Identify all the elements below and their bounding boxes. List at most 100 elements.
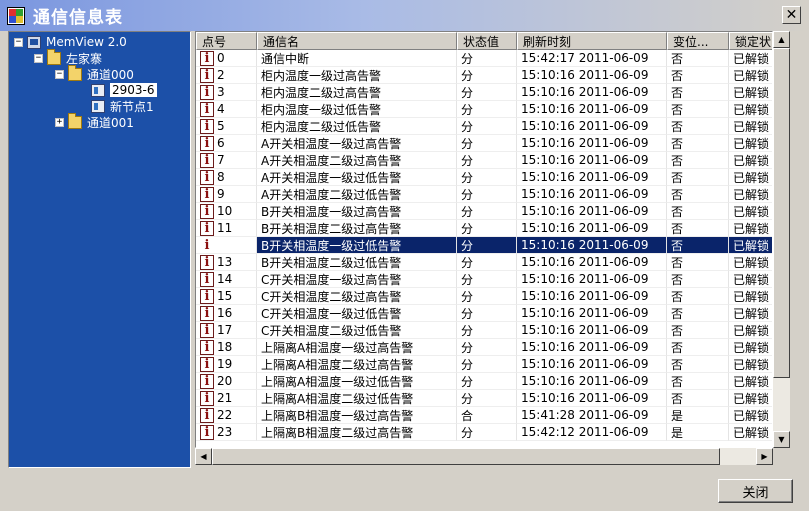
cell-refresh-time: 15:42:12 2011-06-09 — [517, 424, 667, 441]
table-row[interactable]: i 23 上隔离B相温度二级过高告警 分 15:42:12 2011-06-09 是 已解锁 — [196, 424, 772, 441]
cell-changed: 否 — [667, 373, 729, 390]
header-col-point-no[interactable]: 点号 — [196, 32, 257, 50]
scroll-right-button[interactable]: ▶ — [756, 448, 773, 465]
cell-text: 15:10:16 2011-06-09 — [521, 255, 649, 269]
header-col-changed[interactable]: 变位... — [667, 32, 729, 50]
cell-state: 分 — [457, 424, 517, 441]
collapse-icon[interactable]: − — [14, 37, 23, 47]
cell-text: C开关相温度一级过低告警 — [261, 306, 402, 321]
table-row[interactable]: i 22 上隔离B相温度一级过高告警 合 15:41:28 2011-06-09 是 已解锁 — [196, 407, 772, 424]
cell-text: 上隔离A相温度一级过低告警 — [261, 374, 414, 389]
tree-node-label: MemView 2.0 — [46, 35, 127, 49]
cell-text: 否 — [671, 357, 684, 372]
cell-text: 已解锁 — [733, 340, 770, 355]
cell-text: 0 — [217, 51, 225, 65]
cell-text: 否 — [671, 306, 684, 321]
cell-text: 15:10:16 2011-06-09 — [521, 85, 649, 99]
vertical-scroll-thumb[interactable] — [773, 48, 790, 378]
cell-changed: 否 — [667, 186, 729, 203]
arrow-right-icon: ▶ — [761, 451, 768, 461]
table-row[interactable]: i 17 C开关相温度二级过低告警 分 15:10:16 2011-06-09 否 已解锁 — [196, 322, 772, 339]
close-button[interactable]: 关闭 — [718, 479, 793, 503]
cell-text: 柜内温度二级过高告警 — [261, 85, 382, 100]
vertical-scrollbar[interactable]: ▲ ▼ — [773, 31, 790, 448]
cell-name: C开关相温度一级过高告警 — [257, 271, 457, 288]
table-row[interactable]: i 3 柜内温度二级过高告警 分 15:10:16 2011-06-09 否 已解锁 — [196, 84, 772, 101]
table-row[interactable]: i 21 上隔离A相温度二级过低告警 分 15:10:16 2011-06-09 否 已解锁 — [196, 390, 772, 407]
table-row[interactable]: i 8 A开关相温度一级过低告警 分 15:10:16 2011-06-09 否 已解锁 — [196, 169, 772, 186]
info-icon: i — [200, 101, 214, 117]
table-row[interactable]: i 7 A开关相温度二级过高告警 分 15:10:16 2011-06-09 否 已解锁 — [196, 152, 772, 169]
expand-icon[interactable]: + — [55, 117, 64, 127]
cell-text: 5 — [217, 119, 225, 133]
scroll-left-button[interactable]: ◀ — [195, 448, 212, 465]
tree-view[interactable]: − MemView 2.0 − 左家寨 − 通道000 2903-6 新节点1 … — [8, 31, 191, 468]
cell-point-no: i8 — [196, 169, 257, 186]
cell-text: A开关相温度一级过低告警 — [261, 170, 402, 185]
cell-lock-state: 已解锁 — [729, 237, 772, 254]
cell-text: 上隔离A相温度一级过高告警 — [261, 340, 414, 355]
tree-node-label: 新节点1 — [110, 99, 154, 114]
table-row[interactable]: i 18 上隔离A相温度一级过高告警 分 15:10:16 2011-06-09 否 已解锁 — [196, 339, 772, 356]
cell-refresh-time: 15:10:16 2011-06-09 — [517, 390, 667, 407]
window-close-button[interactable]: ✕ — [782, 6, 801, 24]
cell-changed: 否 — [667, 288, 729, 305]
table-row[interactable]: i 2 柜内温度一级过高告警 分 15:10:16 2011-06-09 否 已解锁 — [196, 67, 772, 84]
cell-name: 柜内温度一级过高告警 — [257, 67, 457, 84]
cell-text: 是 — [671, 408, 684, 423]
cell-text: 否 — [671, 340, 684, 355]
table-row[interactable]: i 12 B开关相温度一级过低告警 分 15:10:16 2011-06-09 否 已解锁 — [196, 237, 772, 254]
table-row[interactable]: i 5 柜内温度二级过低告警 分 15:10:16 2011-06-09 否 已解锁 — [196, 118, 772, 135]
table-row[interactable]: i 11 B开关相温度二级过高告警 分 15:10:16 2011-06-09 否 已解锁 — [196, 220, 772, 237]
table-row[interactable]: i 13 B开关相温度二级过低告警 分 15:10:16 2011-06-09 否 已解锁 — [196, 254, 772, 271]
cell-text: 柜内温度一级过高告警 — [261, 68, 382, 83]
points-table[interactable]: 点号 通信名 状态值 刷新时刻 变位... 锁定状 i 0 通信中断分 15:42:17 201… — [195, 31, 773, 448]
scroll-up-button[interactable]: ▲ — [773, 31, 790, 48]
folder-icon — [68, 112, 82, 129]
cell-point-no: i 19 — [196, 356, 257, 373]
cell-refresh-time: 15:10:16 2011-06-09 — [517, 373, 667, 390]
table-row[interactable]: i 0 通信中断 分 15:42:17 2011-06-09 否 已解锁 — [196, 50, 772, 67]
header-col-name[interactable]: 通信名 — [257, 32, 457, 50]
cell-refresh-time: 15:10:16 2011-06-09 — [517, 67, 667, 84]
header-col-refresh-time[interactable]: 刷新时刻 — [517, 32, 667, 50]
table-row[interactable]: i 15 C开关相温度二级过高告警 分 15:10:16 2011-06-09 否 已解锁 — [196, 288, 772, 305]
table-row[interactable]: i 16 C开关相温度一级过低告警 分 15:10:16 2011-06-09 否 已解锁 — [196, 305, 772, 322]
table-row[interactable]: i 6 A开关相温度一级过高告警 分 15:10:16 2011-06-09 否 已解锁 — [196, 135, 772, 152]
horizontal-scrollbar[interactable]: ◀ ▶ — [195, 448, 773, 465]
cell-name: 柜内温度二级过低告警 — [257, 118, 457, 135]
collapse-icon[interactable]: − — [34, 53, 43, 63]
cell-lock-state: 已解锁 — [729, 152, 772, 169]
tree-node-device-2903-6[interactable]: 2903-6 — [91, 82, 157, 98]
cell-text: 否 — [671, 238, 684, 253]
header-col-state[interactable]: 状态值 — [457, 32, 517, 50]
cell-changed: 否 — [667, 203, 729, 220]
cell-name: A开关相温度二级过低告警 — [257, 186, 457, 203]
tree-node-device-new1[interactable]: 新节点1 — [91, 98, 154, 114]
table-row[interactable]: i 10 B开关相温度一级过高告警 分 15:10:16 2011-06-09 否 已解锁 — [196, 203, 772, 220]
cell-name: 柜内温度一级过低告警 — [257, 101, 457, 118]
collapse-icon[interactable]: − — [55, 69, 64, 79]
tree-node-label: 通道000 — [87, 67, 134, 82]
table-row[interactable]: i 14 C开关相温度一级过高告警 分 15:10:16 2011-06-09 否 已解锁 — [196, 271, 772, 288]
header-col-lock-state[interactable]: 锁定状 — [729, 32, 772, 50]
table-row[interactable]: i 4 柜内温度一级过低告警 分 15:10:16 2011-06-09 否 已解锁 — [196, 101, 772, 118]
tree-node-root[interactable]: − MemView 2.0 — [14, 34, 127, 50]
cell-text: A开关相温度二级过高告警 — [261, 153, 402, 168]
info-icon: i — [200, 50, 214, 66]
cell-text: 8 — [217, 170, 225, 184]
tree-node-channel000[interactable]: − 通道000 — [55, 64, 134, 82]
cell-point-no: i 15 — [196, 288, 257, 305]
cell-changed: 否 — [667, 305, 729, 322]
cell-point-no: i 22 — [196, 407, 257, 424]
table-row[interactable]: i 20 上隔离A相温度一级过低告警 分 15:10:16 2011-06-09 否 已解锁 — [196, 373, 772, 390]
window-title: 通信信息表 — [33, 8, 123, 28]
tree-node-channel001[interactable]: + 通道001 — [55, 112, 134, 130]
table-row[interactable]: i 9 A开关相温度二级过低告警 分 15:10:16 2011-06-09 否 已解锁 — [196, 186, 772, 203]
cell-text: 已解锁 — [733, 102, 770, 117]
cell-text: 15:10:16 2011-06-09 — [521, 221, 649, 235]
arrow-left-icon: ◀ — [200, 451, 207, 461]
scroll-down-button[interactable]: ▼ — [773, 431, 790, 448]
table-row[interactable]: i 19 上隔离A相温度二级过高告警 分 15:10:16 2011-06-09 否 已解锁 — [196, 356, 772, 373]
horizontal-scroll-thumb[interactable] — [212, 448, 720, 465]
